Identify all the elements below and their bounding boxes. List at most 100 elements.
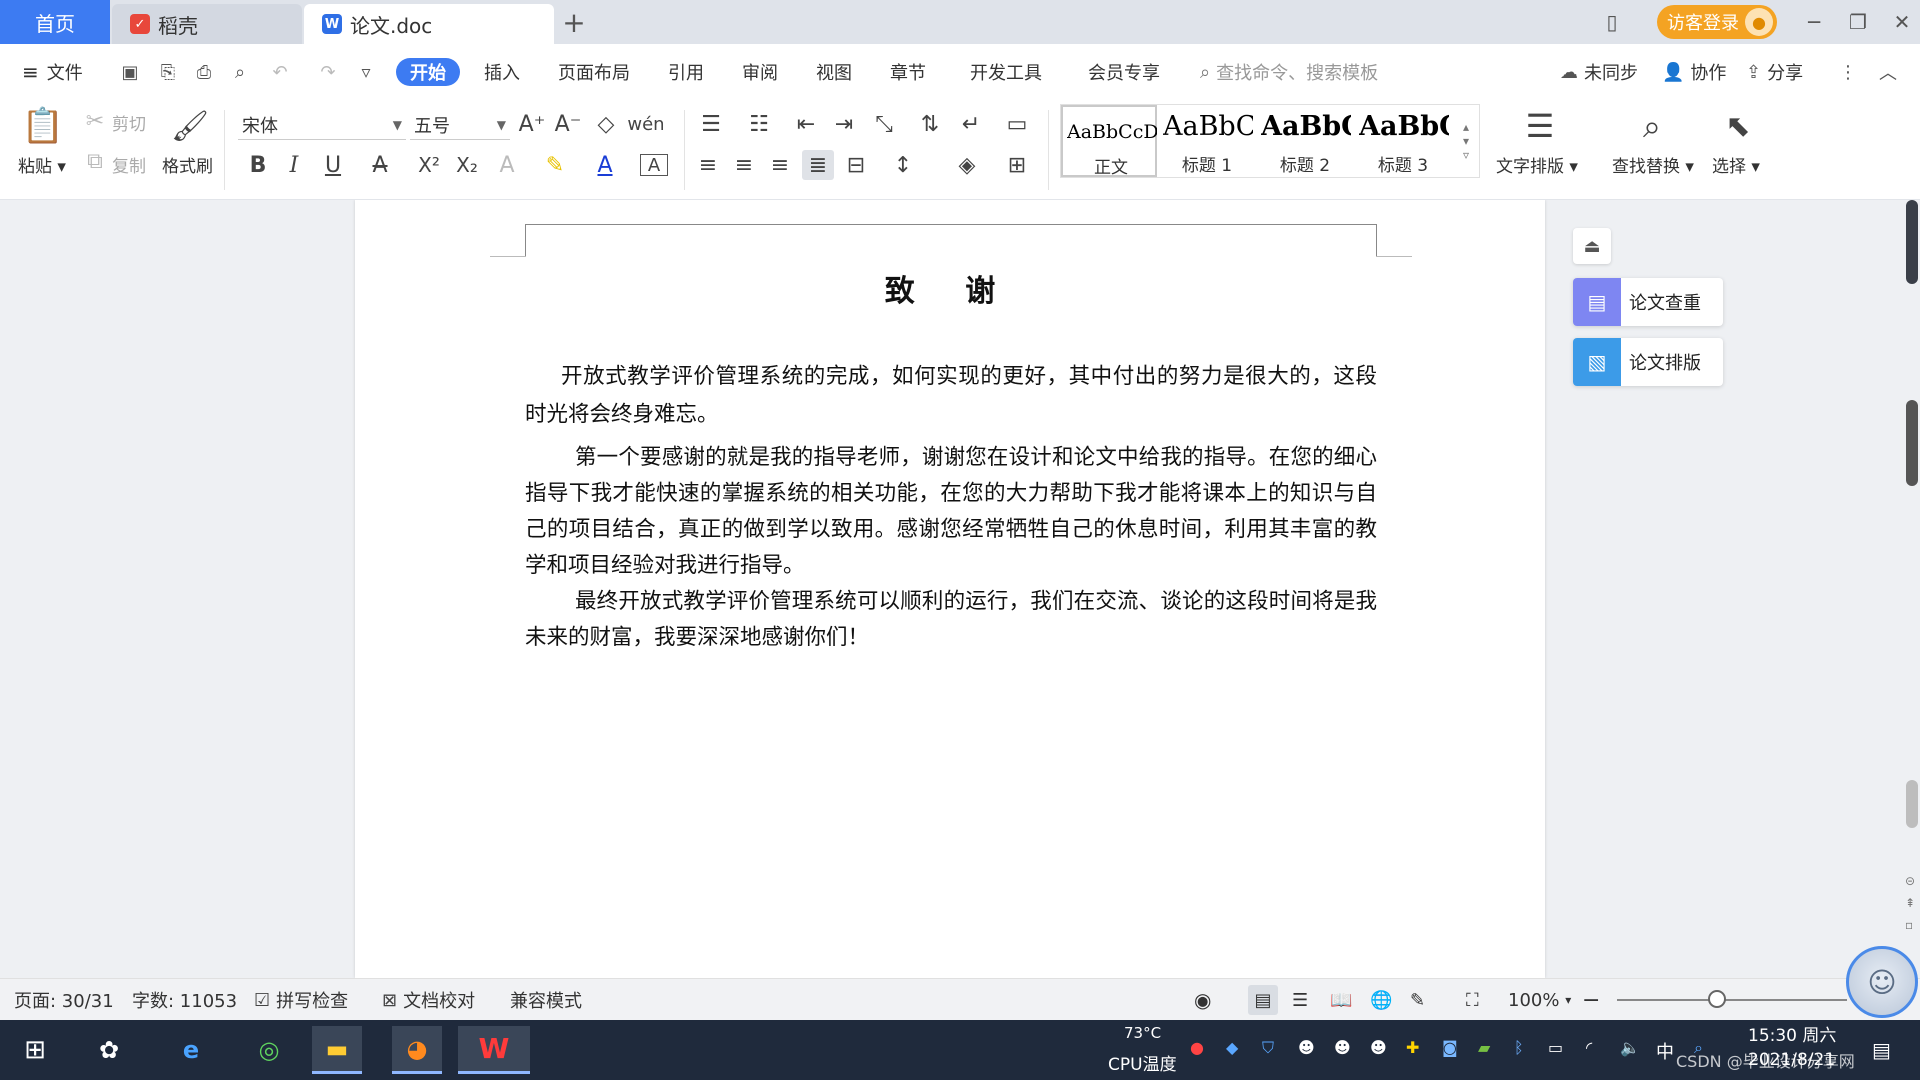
wps-office-icon[interactable]: W: [458, 1026, 530, 1074]
tray-app-icon[interactable]: ✚: [1406, 1038, 1419, 1057]
share-button[interactable]: ⇪ 分享: [1746, 58, 1803, 86]
web-view-icon[interactable]: 🌐: [1370, 989, 1392, 1011]
print-preview-icon[interactable]: ⌕: [228, 60, 252, 84]
guest-login-button[interactable]: 访客登录 ●: [1657, 5, 1777, 39]
shading-icon[interactable]: ◈: [950, 150, 984, 180]
bold-icon[interactable]: B: [244, 150, 272, 180]
paste-button[interactable]: 粘贴 ▾: [18, 152, 66, 177]
word-count[interactable]: 字数: 11053: [132, 989, 237, 1012]
subscript-icon[interactable]: X₂: [452, 150, 482, 180]
format-painter-icon[interactable]: 🖌: [170, 104, 210, 148]
text-layout-button[interactable]: 文字排版 ▾: [1496, 152, 1578, 177]
proofread-button[interactable]: ⊠ 文档校对: [382, 989, 475, 1013]
cursor-select-icon[interactable]: ⬉: [1718, 104, 1758, 148]
command-search[interactable]: ⌕ 查找命令、搜索模板: [1200, 58, 1378, 86]
bluetooth-icon[interactable]: ᛒ: [1514, 1038, 1524, 1057]
restore-icon[interactable]: ❐: [1844, 8, 1872, 36]
thesis-check-button[interactable]: ▤ 论文查重: [1573, 278, 1723, 326]
page-indicator[interactable]: 页面: 30/31: [14, 989, 114, 1012]
volume-icon[interactable]: 🔈: [1620, 1038, 1640, 1057]
pinwheel-app-icon[interactable]: ✿: [84, 1026, 134, 1074]
bullet-list-icon[interactable]: ☰: [694, 110, 728, 138]
tab-chapter[interactable]: 章节: [890, 58, 926, 86]
tab-developer[interactable]: 开发工具: [970, 58, 1042, 86]
new-tab-button[interactable]: +: [558, 6, 590, 39]
zoom-slider[interactable]: [1617, 999, 1847, 1001]
cut-icon[interactable]: ✂: [82, 108, 108, 134]
style-scroll-icon[interactable]: ▴ ▾ ▿: [1455, 107, 1477, 175]
justify-icon[interactable]: ≣: [802, 150, 834, 180]
phonetic-guide-icon[interactable]: wén: [627, 110, 664, 138]
style-heading-2[interactable]: AaBbC 标题 2: [1257, 105, 1353, 177]
fit-page-icon[interactable]: ⛶: [1466, 989, 1479, 1011]
browser-360-icon[interactable]: ◎: [244, 1026, 294, 1074]
assistant-bot-icon[interactable]: ☺: [1846, 946, 1918, 1018]
sync-button[interactable]: ☁ 未同步: [1560, 58, 1638, 86]
vertical-scrollbar[interactable]: ⊝ ⇞ ▫: [1904, 200, 1920, 978]
page-nav-icon[interactable]: ⊝ ⇞ ▫: [1905, 870, 1915, 936]
shield-icon[interactable]: ⛉: [1262, 1038, 1274, 1058]
paste-icon[interactable]: 📋: [20, 104, 66, 148]
numbered-list-icon[interactable]: ☷: [742, 110, 776, 138]
qq-icon[interactable]: ☻: [1334, 1038, 1351, 1057]
page-view-icon[interactable]: ▤: [1248, 985, 1278, 1015]
cut-button[interactable]: 剪切: [112, 110, 146, 135]
tab-references[interactable]: 引用: [668, 58, 704, 86]
align-right-icon[interactable]: ≡: [766, 150, 794, 180]
font-size-select[interactable]: 五号 ▼: [410, 110, 510, 140]
highlight-icon[interactable]: ✎: [540, 150, 570, 180]
distributed-align-icon[interactable]: ⊟: [842, 150, 870, 180]
windows-start-icon[interactable]: ⊞: [10, 1026, 60, 1074]
clear-format-icon[interactable]: ◇: [592, 110, 620, 138]
outline-view-icon[interactable]: ☰: [1292, 989, 1308, 1011]
document-page[interactable]: 致 谢 开放式教学评价管理系统的完成，如何实现的更好，其中付出的努力是很大的，这…: [355, 200, 1545, 978]
align-left-icon[interactable]: ≡: [694, 150, 722, 180]
show-marks-icon[interactable]: ↵: [954, 110, 988, 138]
collapse-ribbon-icon[interactable]: ︿: [1876, 60, 1900, 84]
text-effect-icon[interactable]: A: [492, 150, 522, 180]
collaborate-button[interactable]: 👤 协作: [1662, 58, 1726, 86]
find-replace-button[interactable]: 查找替换 ▾: [1612, 152, 1694, 177]
copy-icon[interactable]: ⧉: [82, 148, 108, 174]
copy-button[interactable]: 复制: [112, 152, 146, 177]
qq-icon[interactable]: ☻: [1370, 1038, 1387, 1057]
tab-member[interactable]: 会员专享: [1088, 58, 1160, 86]
text-layout-icon[interactable]: ☰: [1518, 104, 1562, 148]
style-normal[interactable]: AaBbCcDd 正文: [1061, 105, 1157, 178]
underline-icon[interactable]: U: [316, 150, 350, 180]
style-heading-1[interactable]: AaBbC 标题 1: [1159, 105, 1255, 177]
notification-icon[interactable]: ▤: [1872, 1038, 1891, 1062]
increase-indent-icon[interactable]: ⇥: [830, 110, 858, 138]
zoom-out-icon[interactable]: −: [1582, 988, 1600, 1013]
ruler-icon[interactable]: ▭: [1002, 110, 1032, 138]
wifi-icon[interactable]: ◜: [1586, 1038, 1592, 1057]
reading-view-icon[interactable]: 📖: [1330, 989, 1352, 1011]
nvidia-icon[interactable]: ▰: [1478, 1038, 1490, 1057]
borders-icon[interactable]: ⊞: [1000, 150, 1034, 180]
tab-docer[interactable]: ✓ 稻壳: [112, 4, 302, 44]
file-menu[interactable]: ≡ 文件: [22, 58, 83, 86]
tray-app-icon[interactable]: ◆: [1226, 1038, 1238, 1057]
minimize-icon[interactable]: ─: [1800, 8, 1828, 36]
tab-home[interactable]: 开始: [396, 58, 460, 86]
tab-document[interactable]: W 论文.doc: [304, 4, 554, 44]
decrease-indent-icon[interactable]: ⇤: [792, 110, 820, 138]
undo-icon[interactable]: ↶: [268, 60, 292, 84]
file-explorer-icon[interactable]: ▬: [312, 1026, 362, 1074]
tray-app-icon[interactable]: ◙: [1442, 1038, 1458, 1057]
close-icon[interactable]: ✕: [1888, 8, 1916, 36]
format-painter-button[interactable]: 格式刷: [162, 152, 213, 177]
write-mode-icon[interactable]: ✎: [1410, 989, 1425, 1011]
font-name-select[interactable]: 宋体 ▼: [238, 110, 406, 140]
zoom-select[interactable]: 100% ▾: [1508, 989, 1571, 1011]
tab-page-layout[interactable]: 页面布局: [558, 58, 630, 86]
decrease-font-icon[interactable]: A⁻: [554, 110, 582, 138]
text-direction-icon[interactable]: ⤡: [866, 110, 902, 138]
style-heading-3[interactable]: AaBbC 标题 3: [1355, 105, 1451, 177]
strikethrough-icon[interactable]: A: [364, 150, 396, 180]
export-pdf-icon[interactable]: ⎘: [156, 60, 180, 84]
ime-indicator[interactable]: 中: [1656, 1038, 1674, 1064]
window-layout-icon[interactable]: ▯: [1598, 8, 1626, 36]
line-spacing-icon[interactable]: ↕: [886, 150, 920, 180]
font-color-icon[interactable]: A: [590, 150, 620, 180]
